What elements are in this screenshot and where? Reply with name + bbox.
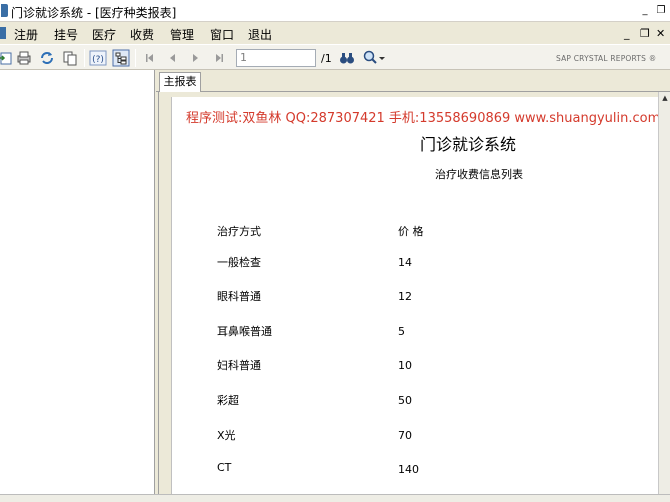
table-row-price: 14 (398, 256, 412, 269)
refresh-button[interactable] (38, 49, 56, 67)
table-row-price: 5 (398, 325, 405, 338)
mdi-close-button[interactable]: ✕ (656, 27, 665, 40)
table-row-name: 妇科普通 (217, 359, 261, 372)
page-total: /1 (321, 52, 332, 65)
copy-icon (63, 51, 77, 66)
last-page-button[interactable] (210, 49, 228, 67)
vertical-scrollbar[interactable]: ▲ (658, 92, 670, 498)
export-icon (0, 52, 12, 65)
title-bar: 门诊就诊系统 - [医疗种类报表] _ ❐ (0, 0, 670, 22)
mdi-restore-button[interactable]: ❐ (640, 27, 650, 40)
find-button[interactable] (338, 49, 356, 67)
tab-main-report[interactable]: 主报表 (159, 72, 201, 92)
crystal-reports-brand: SAP CRYSTAL REPORTS ® (556, 54, 657, 63)
table-row-name: 一般检查 (217, 256, 261, 269)
help-icon: (?) (89, 50, 107, 66)
report-toolbar: (?) 1 /1 SAP CRYSTAL REPORTS ® (0, 44, 670, 70)
table-row-price: 70 (398, 429, 412, 442)
report-title: 门诊就诊系统 (420, 135, 517, 154)
next-page-button[interactable] (186, 49, 204, 67)
report-view: 主报表 程序测试:双鱼林 QQ:287307421 手机:13558690869… (156, 70, 670, 498)
toolbar-separator (135, 49, 136, 67)
tree-icon (112, 49, 130, 67)
menu-register[interactable]: 注册 (14, 26, 38, 43)
group-tree-toggle-button[interactable] (112, 49, 130, 67)
minimize-button[interactable]: _ (638, 4, 652, 18)
table-row-name: 眼科普通 (217, 290, 261, 303)
export-button[interactable] (0, 49, 14, 67)
zoom-dropdown-button[interactable] (378, 49, 386, 67)
menu-bar: 注册 挂号 医疗 收费 管理 窗口 退出 _ ❐ ✕ (0, 22, 670, 44)
watermark-text: 程序测试:双鱼林 QQ:287307421 手机:13558690869 www… (186, 111, 661, 126)
report-tabstrip: 主报表 (156, 70, 670, 92)
app-icon (1, 4, 8, 17)
menu-registration[interactable]: 挂号 (54, 26, 78, 43)
menu-management[interactable]: 管理 (170, 26, 194, 43)
last-page-icon (216, 54, 223, 62)
svg-text:(?): (?) (92, 55, 104, 65)
column-header-price: 价 格 (398, 225, 424, 238)
first-page-icon (146, 54, 153, 62)
column-header-treatment: 治疗方式 (217, 225, 261, 238)
chevron-down-icon (379, 57, 385, 60)
copy-button[interactable] (61, 49, 79, 67)
restore-button[interactable]: ❐ (654, 4, 668, 18)
binoculars-icon (340, 53, 354, 64)
toolbar-separator (84, 49, 85, 67)
report-subtitle: 治疗收费信息列表 (435, 168, 523, 181)
horizontal-scrollbar[interactable] (0, 494, 670, 502)
app-window: 门诊就诊系统 - [医疗种类报表] _ ❐ 注册 挂号 医疗 收费 管理 窗口 … (0, 0, 670, 502)
window-title: 门诊就诊系统 - [医疗种类报表] (11, 6, 177, 20)
previous-page-button[interactable] (164, 49, 182, 67)
page-number-input[interactable]: 1 (236, 49, 316, 67)
menu-billing[interactable]: 收费 (130, 26, 154, 43)
menu-exit[interactable]: 退出 (248, 26, 272, 43)
menu-medical[interactable]: 医疗 (92, 26, 116, 43)
table-row-price: 12 (398, 290, 412, 303)
menu-window[interactable]: 窗口 (210, 26, 234, 43)
table-row-name: CT (217, 461, 232, 474)
table-row-name: X光 (217, 429, 236, 442)
printer-icon (17, 51, 31, 65)
previous-page-icon (170, 54, 175, 62)
table-row-name: 耳鼻喉普通 (217, 325, 272, 338)
help-button[interactable]: (?) (89, 49, 107, 67)
table-row-name: 彩超 (217, 394, 239, 407)
scroll-up-icon[interactable]: ▲ (660, 92, 670, 104)
report-canvas: 程序测试:双鱼林 QQ:287307421 手机:13558690869 www… (158, 92, 670, 498)
next-page-icon (193, 54, 198, 62)
table-row-price: 50 (398, 394, 412, 407)
mdi-minimize-button[interactable]: _ (624, 27, 630, 40)
report-page: 程序测试:双鱼林 QQ:287307421 手机:13558690869 www… (171, 97, 661, 498)
print-button[interactable] (15, 49, 33, 67)
table-row-price: 10 (398, 359, 412, 372)
first-page-button[interactable] (141, 49, 159, 67)
group-tree-panel[interactable] (0, 70, 155, 498)
table-row-price: 140 (398, 463, 419, 476)
refresh-icon (41, 52, 53, 64)
document-icon (0, 27, 6, 39)
